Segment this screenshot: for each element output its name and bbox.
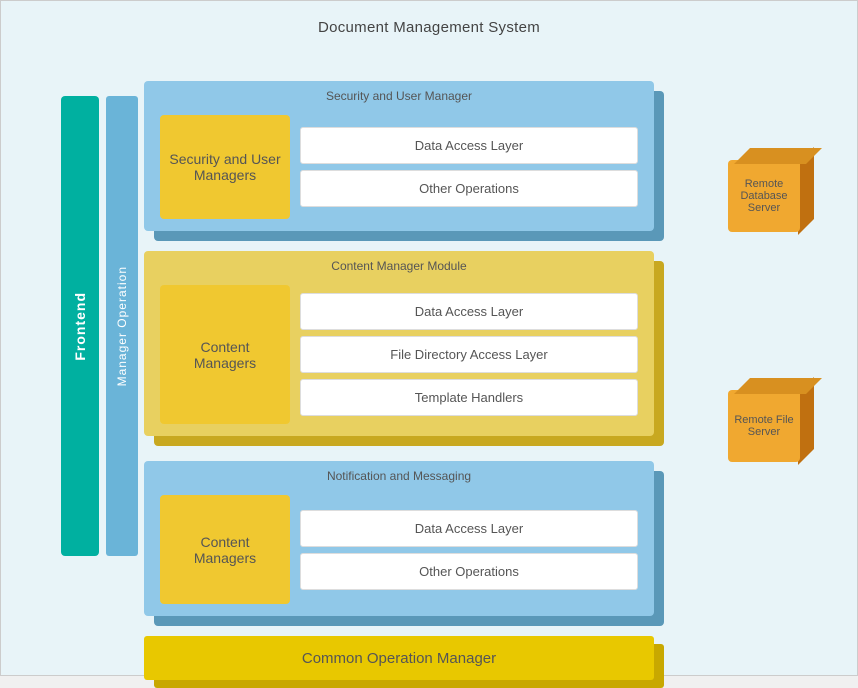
security-op-1: Data Access Layer <box>300 127 638 164</box>
content-op-2: File Directory Access Layer <box>300 336 638 373</box>
content-op-3: Template Handlers <box>300 379 638 416</box>
frontend-bar: Frontend <box>61 96 99 556</box>
main-container: Document Management System Frontend Mana… <box>0 0 858 676</box>
notification-ops: Data Access Layer Other Operations <box>300 495 638 604</box>
security-managers-box: Security and User Managers <box>160 115 290 219</box>
frontend-label: Frontend <box>72 292 88 361</box>
content-managers-box: Content Managers <box>160 285 290 424</box>
security-op-2: Other Operations <box>300 170 638 207</box>
security-managers-label: Security and User Managers <box>168 151 282 183</box>
common-op-box: Common Operation Manager <box>144 636 654 680</box>
notification-module: Notification and Messaging Content Manag… <box>144 461 654 616</box>
remote-db-label: Remote Database Server <box>734 178 794 214</box>
remote-db-front: Remote Database Server <box>728 160 800 232</box>
remote-file-front: Remote File Server <box>728 390 800 462</box>
remote-file-server: Remote File Server <box>728 376 816 464</box>
security-module-title: Security and User Manager <box>152 89 646 103</box>
content-ops: Data Access Layer File Directory Access … <box>300 285 638 424</box>
security-ops: Data Access Layer Other Operations <box>300 115 638 219</box>
notification-module-title: Notification and Messaging <box>152 469 646 483</box>
remote-db-server: Remote Database Server <box>728 146 816 234</box>
manager-operation-label: Manager Operation <box>115 266 129 386</box>
content-module: Content Manager Module Content Managers … <box>144 251 654 436</box>
diagram-area: Frontend Manager Operation Security and … <box>61 46 821 656</box>
notification-op-1: Data Access Layer <box>300 510 638 547</box>
content-managers-label: Content Managers <box>168 339 282 371</box>
notification-managers-box: Content Managers <box>160 495 290 604</box>
notification-op-2: Other Operations <box>300 553 638 590</box>
content-module-title: Content Manager Module <box>152 259 646 273</box>
manager-operation-bar: Manager Operation <box>106 96 138 556</box>
remote-file-label: Remote File Server <box>734 414 794 438</box>
page-title: Document Management System <box>1 1 857 36</box>
notification-managers-label: Content Managers <box>168 534 282 566</box>
security-module: Security and User Manager Security and U… <box>144 81 654 231</box>
common-op-label: Common Operation Manager <box>302 650 496 667</box>
content-op-1: Data Access Layer <box>300 293 638 330</box>
